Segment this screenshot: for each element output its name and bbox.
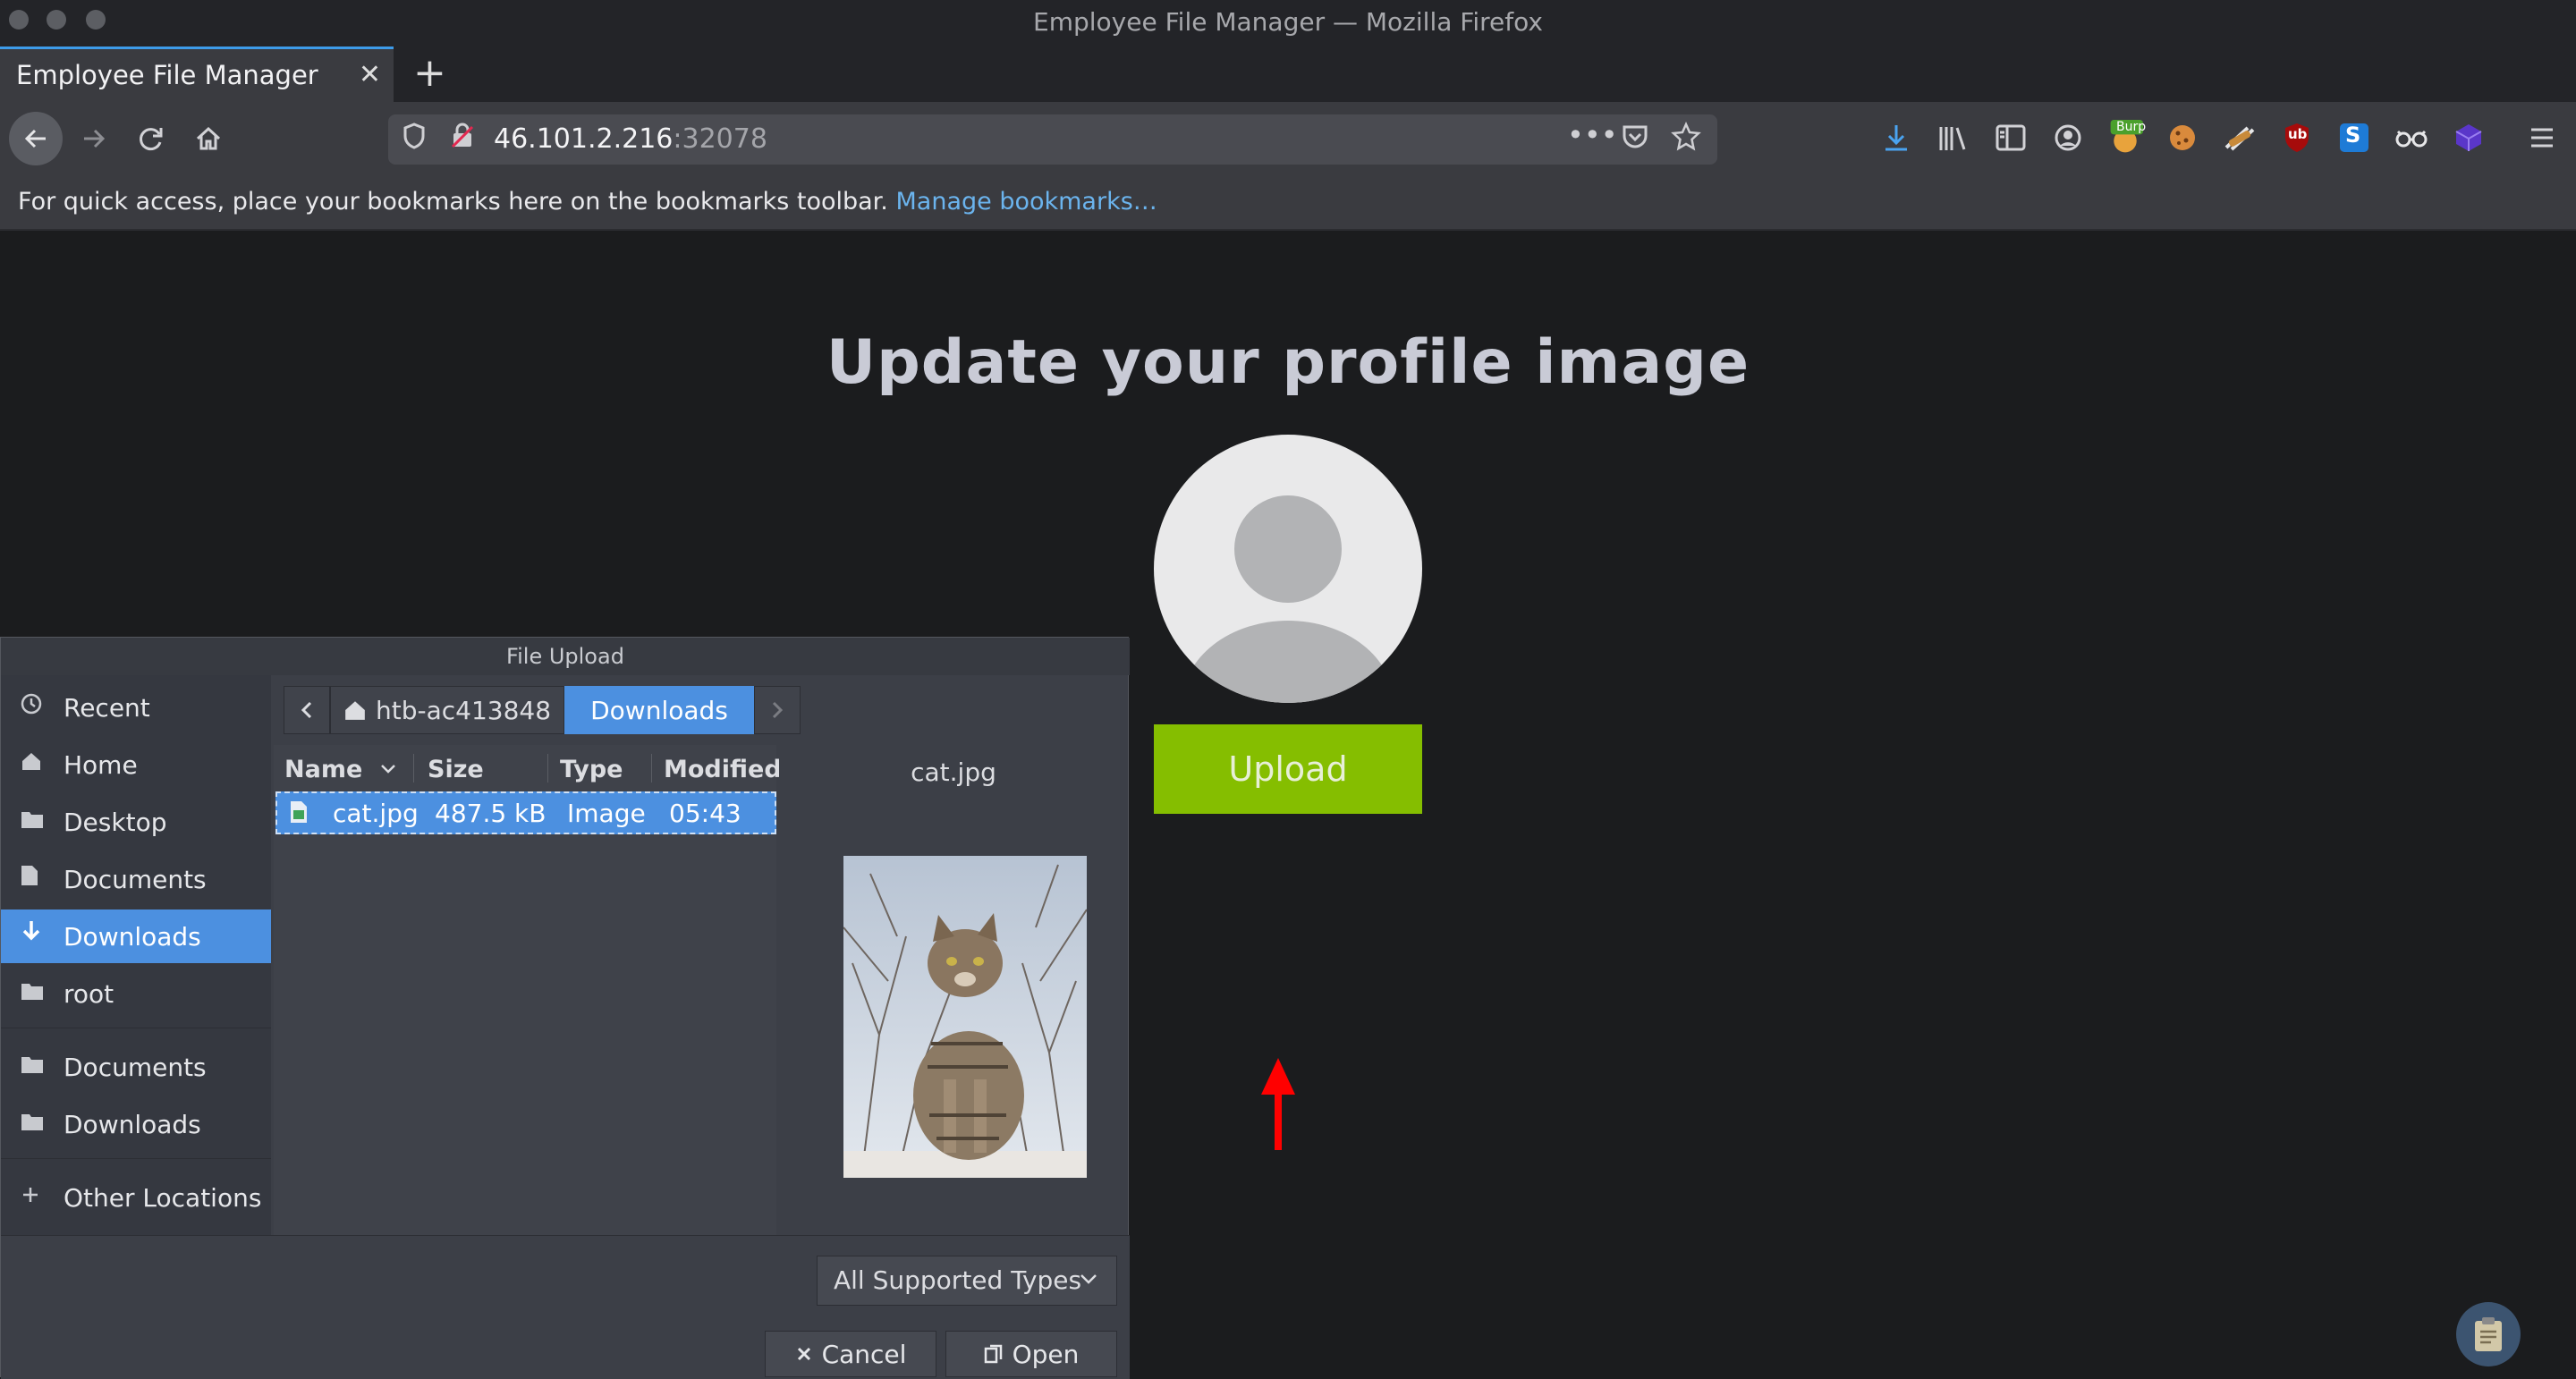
cat-image-preview [843,856,1087,1178]
place-home[interactable]: Home [1,738,271,791]
download-icon [21,920,42,950]
folder-icon [21,806,44,835]
folder-icon [21,1051,44,1080]
column-header-name[interactable]: Name [284,756,362,783]
home-icon [345,701,365,720]
clipboard-icon [2475,1317,2502,1351]
place-recent[interactable]: Recent [1,681,271,734]
folder-icon [21,1108,44,1138]
place-downloads-bookmark[interactable]: Downloads [1,1097,271,1151]
chevron-right-icon [772,701,784,719]
dialog-action-area: All Supported Types Cancel Open [1,1235,1130,1379]
path-forward-button[interactable] [754,686,801,734]
place-documents[interactable]: Documents [1,852,271,906]
file-size: 487.5 kB [435,799,547,828]
open-document-icon [984,1344,1002,1364]
filter-label: All Supported Types [834,1265,1082,1295]
column-header-type[interactable]: Type [560,756,623,783]
path-segment-home[interactable]: htb-ac413848 [330,686,564,734]
path-back-button[interactable] [284,686,330,734]
file-type: Image [567,799,646,828]
preview-pane: cat.jpg [779,745,1128,1235]
document-icon [21,863,38,893]
place-downloads-selected[interactable]: Downloads [1,909,271,963]
arrow-head-upload [1261,1058,1295,1095]
preview-filename: cat.jpg [911,757,996,787]
place-desktop[interactable]: Desktop [1,795,271,849]
plus-icon [21,1181,40,1211]
folder-icon [21,977,44,1007]
places-divider [1,1158,271,1159]
file-list: Name Size Type Modified cat.jpg 487.5 kB… [274,745,782,1235]
chevron-left-icon [301,701,312,719]
sort-chevron-down-icon[interactable] [379,763,397,775]
file-type-filter-select[interactable]: All Supported Types [817,1256,1117,1306]
dialog-title: File Upload [506,644,624,669]
chevron-down-icon [1080,1274,1097,1284]
clipboard-button[interactable] [2456,1302,2521,1366]
place-documents-bookmark[interactable]: Documents [1,1040,271,1094]
place-other-locations[interactable]: Other Locations [1,1171,271,1224]
file-modified: 05:43 [669,799,741,828]
clock-icon [21,691,42,721]
dialog-titlebar[interactable]: File Upload [1,638,1130,675]
column-header-modified[interactable]: Modified [664,756,782,783]
file-name: cat.jpg [333,799,419,828]
image-file-icon [291,801,307,823]
column-header-size[interactable]: Size [428,756,484,783]
file-row-selected[interactable]: cat.jpg 487.5 kB Image 05:43 [275,791,776,834]
open-button[interactable]: Open [945,1331,1117,1377]
close-icon [797,1347,810,1361]
home-icon [21,749,42,778]
file-upload-dialog: File Upload Recent Home Desktop Document… [0,637,1130,1379]
path-segment-downloads[interactable]: Downloads [564,686,754,734]
path-bar: htb-ac413848 Downloads [284,686,801,734]
places-sidebar: Recent Home Desktop Documents Downloads … [1,675,271,1235]
place-root[interactable]: root [1,967,271,1020]
cancel-button[interactable]: Cancel [765,1331,936,1377]
